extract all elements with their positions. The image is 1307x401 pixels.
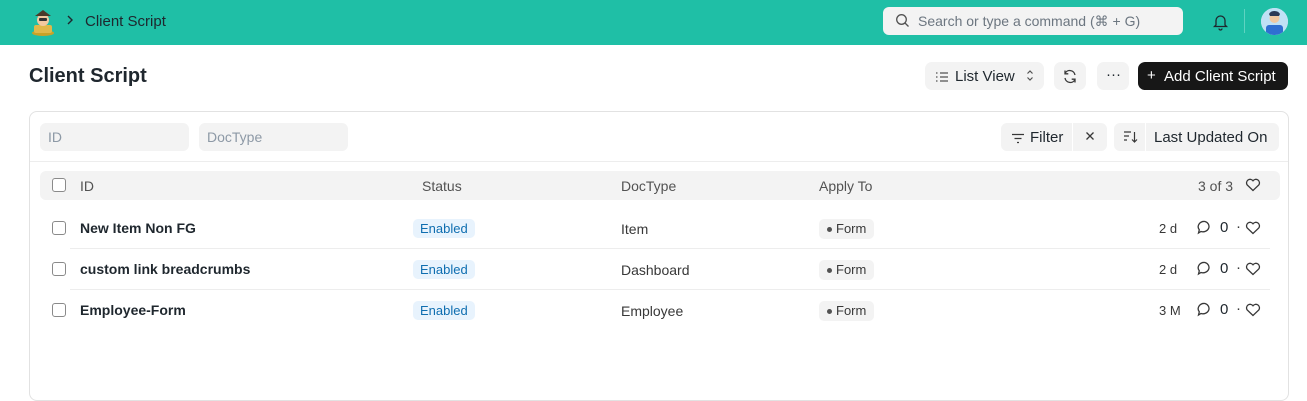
comment-icon[interactable]	[1197, 261, 1213, 279]
apply-to-pill: Form	[819, 301, 875, 321]
id-filter-input[interactable]: ID	[40, 123, 189, 151]
select-all-checkbox[interactable]	[52, 178, 66, 192]
search-icon	[895, 13, 910, 33]
table-header: ID Status DocType Apply To 3 of 3	[40, 171, 1280, 200]
row-modified: 3 M	[1159, 303, 1181, 318]
more-button[interactable]: ···	[1097, 62, 1129, 90]
list-view-label: List View	[955, 68, 1015, 85]
pill-dot	[827, 227, 832, 232]
column-id[interactable]: ID	[80, 178, 94, 194]
sort-label: Last Updated On	[1154, 129, 1268, 146]
comment-count: 0	[1220, 219, 1229, 236]
up-down-icon	[1026, 69, 1034, 86]
id-filter-placeholder: ID	[48, 129, 62, 145]
table-row[interactable]: Employee-Form Enabled Employee Form 3 M …	[40, 290, 1280, 331]
list-view-button[interactable]: List View	[925, 62, 1044, 90]
row-name[interactable]: New Item Non FG	[80, 220, 196, 236]
table-row[interactable]: New Item Non FG Enabled Item Form 2 d 0 …	[40, 208, 1280, 249]
filter-divider	[1072, 123, 1073, 151]
navbar: Client Script Search or type a command (…	[0, 0, 1307, 45]
sort-divider	[1145, 123, 1146, 151]
plus-icon: +	[1147, 67, 1156, 84]
row-modified: 2 d	[1159, 221, 1178, 236]
row-name[interactable]: Employee-Form	[80, 302, 186, 318]
table-row[interactable]: custom link breadcrumbs Enabled Dashboar…	[40, 249, 1280, 290]
status-badge: Enabled	[413, 260, 475, 279]
page-title: Client Script	[29, 65, 147, 87]
pill-dot	[827, 309, 832, 314]
pill-dot	[827, 268, 832, 273]
status-badge: Enabled	[413, 301, 475, 320]
add-button-label: Add Client Script	[1164, 68, 1276, 85]
list-card: ID DocType Filter Last Updated On ID Sta…	[29, 111, 1289, 401]
search-input[interactable]: Search or type a command (⌘ + G)	[883, 7, 1183, 35]
heart-icon[interactable]	[1245, 221, 1261, 238]
comment-icon[interactable]	[1197, 302, 1213, 320]
filter-icon	[1011, 131, 1025, 148]
sort-button[interactable]: Last Updated On	[1114, 123, 1279, 151]
column-doctype[interactable]: DocType	[621, 178, 676, 194]
apply-to-label: Form	[836, 221, 867, 236]
row-checkbox[interactable]	[52, 221, 66, 235]
list-icon	[935, 70, 949, 87]
row-doctype: Employee	[621, 303, 684, 319]
heart-icon[interactable]	[1245, 178, 1261, 195]
refresh-icon	[1064, 69, 1076, 84]
navbar-divider	[1244, 9, 1245, 33]
apply-to-label: Form	[836, 303, 867, 318]
search-placeholder: Search or type a command (⌘ + G)	[918, 13, 1141, 29]
row-doctype: Item	[621, 221, 649, 237]
comment-count: 0	[1220, 301, 1229, 318]
result-count: 3 of 3	[1198, 178, 1234, 194]
app-logo-icon[interactable]	[30, 8, 56, 36]
refresh-button[interactable]	[1054, 62, 1086, 90]
comment-count: 0	[1220, 260, 1229, 277]
doctype-filter-input[interactable]: DocType	[199, 123, 348, 151]
heart-icon[interactable]	[1245, 262, 1261, 279]
separator-dot: ·	[1236, 218, 1241, 235]
filter-divider-line	[30, 161, 1288, 162]
row-doctype: Dashboard	[621, 262, 690, 278]
chevron-right-icon	[66, 14, 74, 29]
doctype-filter-placeholder: DocType	[207, 129, 263, 145]
row-modified: 2 d	[1159, 262, 1178, 277]
close-icon[interactable]	[1083, 129, 1097, 147]
apply-to-pill: Form	[819, 260, 875, 280]
row-checkbox[interactable]	[52, 303, 66, 317]
breadcrumb[interactable]: Client Script	[85, 13, 166, 30]
more-icon: ···	[1106, 66, 1121, 83]
status-badge: Enabled	[413, 219, 475, 238]
bell-icon[interactable]	[1212, 13, 1229, 36]
apply-to-label: Form	[836, 262, 867, 277]
heart-icon[interactable]	[1245, 303, 1261, 320]
row-name[interactable]: custom link breadcrumbs	[80, 261, 250, 277]
column-status[interactable]: Status	[422, 178, 462, 194]
filter-label: Filter	[1030, 129, 1064, 146]
separator-dot: ·	[1236, 259, 1241, 276]
separator-dot: ·	[1236, 300, 1241, 317]
apply-to-pill: Form	[819, 219, 875, 239]
filter-button[interactable]: Filter	[1001, 123, 1107, 151]
comment-icon[interactable]	[1197, 220, 1213, 238]
sort-icon	[1123, 130, 1138, 148]
avatar[interactable]	[1261, 8, 1288, 35]
column-apply-to[interactable]: Apply To	[819, 178, 872, 194]
row-checkbox[interactable]	[52, 262, 66, 276]
add-client-script-button[interactable]: + Add Client Script	[1138, 62, 1288, 90]
